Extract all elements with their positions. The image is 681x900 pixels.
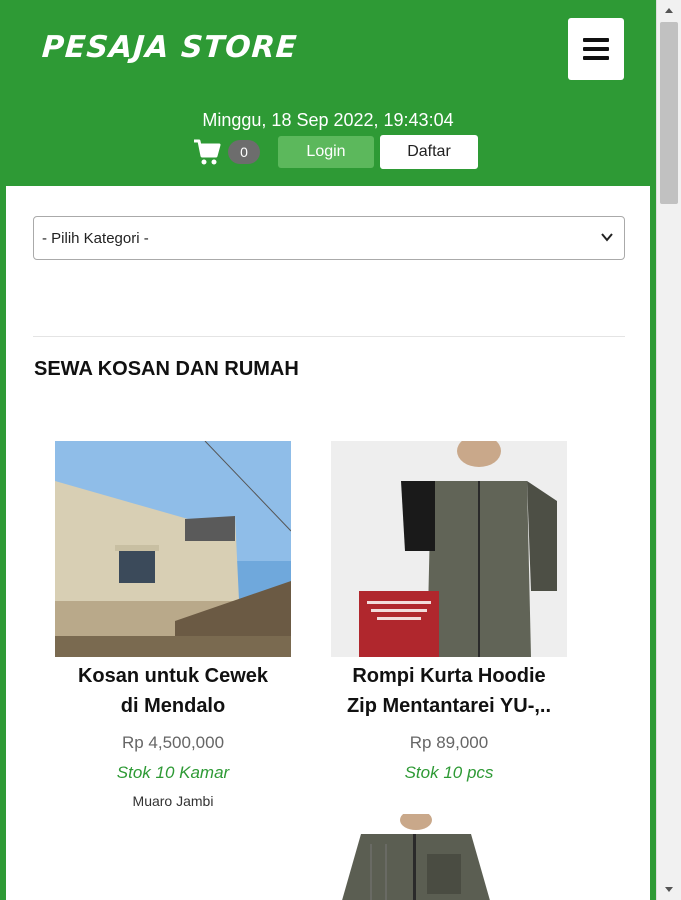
- product-name[interactable]: Rompi Kurta Hoodie Zip Mentantarei YU-,.…: [331, 661, 567, 721]
- menu-button[interactable]: [568, 18, 624, 80]
- site-header: PESAJA STORE Minggu, 18 Sep 2022, 19:43:…: [0, 0, 656, 186]
- product-price: Rp 89,000: [409, 733, 489, 752]
- header-actions: 0 Login Daftar: [192, 134, 478, 170]
- product-location: Muaro Jambi: [132, 793, 214, 809]
- product-image[interactable]: [331, 814, 501, 900]
- site-logo[interactable]: PESAJA STORE: [41, 30, 299, 65]
- product-card[interactable]: Kosan untuk Cewek di Mendalo Rp 4,500,00…: [55, 441, 291, 809]
- product-image[interactable]: [331, 441, 567, 657]
- product-stock: Stok 10 pcs: [404, 763, 494, 782]
- product-price: Rp 4,500,000: [121, 733, 225, 752]
- scrollbar-thumb[interactable]: [660, 22, 678, 204]
- scroll-down-arrow-icon[interactable]: [657, 880, 681, 900]
- divider: [33, 336, 625, 337]
- hamburger-icon: [583, 38, 609, 42]
- section-title: SEWA KOSAN DAN RUMAH: [34, 358, 299, 380]
- register-button[interactable]: Daftar: [380, 135, 478, 169]
- category-select-value: - Pilih Kategori -: [42, 229, 149, 247]
- product-card[interactable]: Rompi Kurta Hoodie Zip Mentantarei YU-,.…: [331, 441, 567, 783]
- login-button[interactable]: Login: [278, 136, 374, 168]
- product-name[interactable]: Kosan untuk Cewek di Mendalo: [55, 661, 291, 721]
- main-content: - Pilih Kategori - SEWA KOSAN DAN RUMAH …: [6, 186, 650, 900]
- category-select[interactable]: - Pilih Kategori -: [33, 216, 625, 260]
- current-datetime: Minggu, 18 Sep 2022, 19:43:04: [202, 110, 454, 130]
- chevron-down-icon: [601, 233, 613, 242]
- product-stock: Stok 10 Kamar: [116, 763, 230, 782]
- product-image[interactable]: [55, 441, 291, 657]
- scrollbar[interactable]: [656, 0, 681, 900]
- scroll-up-arrow-icon[interactable]: [657, 0, 681, 20]
- shopping-cart-icon[interactable]: [192, 137, 222, 167]
- cart-count-badge: 0: [228, 140, 260, 164]
